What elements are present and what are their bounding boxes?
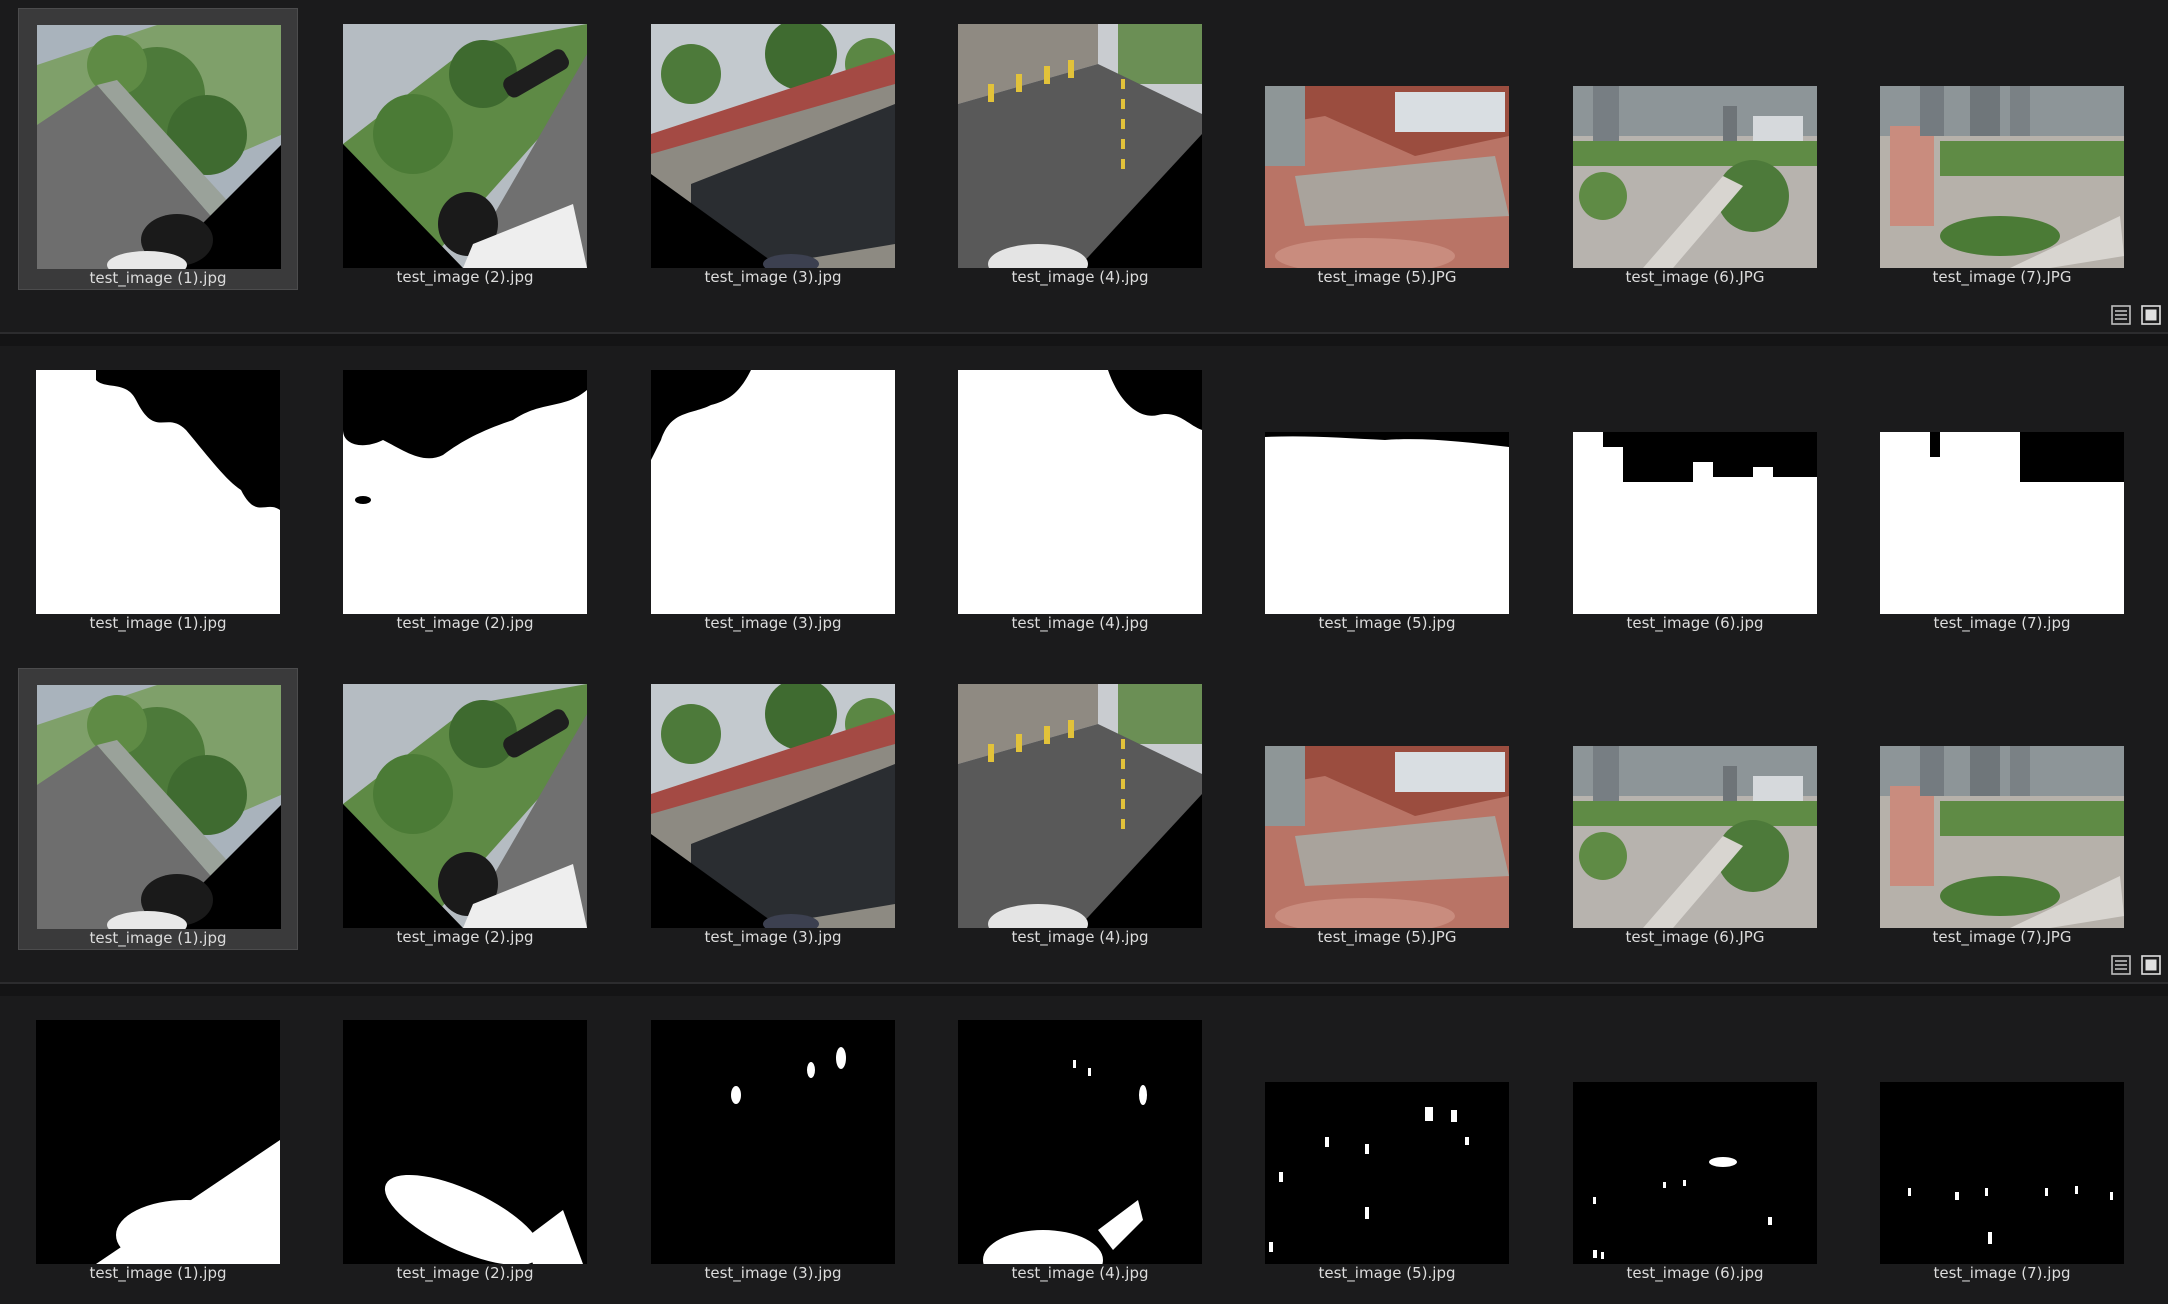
mask-thumbnail[interactable]	[1880, 1082, 2124, 1264]
mask-thumbnail[interactable]	[343, 1020, 587, 1264]
thumbnail-caption: test_image (2).jpg	[396, 1264, 534, 1282]
thumbnail-caption: test_image (4).jpg	[1011, 1264, 1149, 1282]
thumbnail-tile[interactable]: test_image (1).jpg	[18, 354, 298, 636]
mask-thumbnail[interactable]	[651, 370, 895, 614]
photo-thumbnail[interactable]	[958, 684, 1202, 928]
thumbnail-tile[interactable]: test_image (5).jpg	[1247, 1004, 1527, 1286]
thumbnail-view-button[interactable]	[2140, 954, 2162, 976]
photo-thumbnail[interactable]	[1265, 86, 1509, 268]
thumbnail-tile[interactable]: test_image (6).jpg	[1555, 1004, 1835, 1286]
panel-gap	[0, 334, 2168, 346]
thumbnail-tile[interactable]: test_image (2).jpg	[325, 1004, 605, 1286]
thumbnail-tile[interactable]: test_image (7).jpg	[1862, 1004, 2142, 1286]
photo-thumbnail[interactable]	[37, 25, 281, 269]
thumbnail-tile[interactable]: test_image (3).jpg	[633, 8, 913, 290]
thumbnail-caption: test_image (7).jpg	[1933, 1264, 2071, 1282]
list-view-button[interactable]	[2110, 304, 2132, 326]
mask-thumbnail[interactable]	[1265, 432, 1509, 614]
thumbnail-tile[interactable]: test_image (4).jpg	[940, 8, 1220, 290]
mask-thumbnail[interactable]	[958, 1020, 1202, 1264]
thumbnail-tile[interactable]: test_image (7).JPG	[1862, 8, 2142, 290]
photo-thumbnail[interactable]	[37, 685, 281, 929]
mask-thumbnail[interactable]	[1880, 432, 2124, 614]
thumbnail-caption: test_image (6).jpg	[1626, 1264, 1764, 1282]
mask-thumbnail[interactable]	[1573, 1082, 1817, 1264]
thumbnail-tile[interactable]: test_image (2).jpg	[325, 8, 605, 290]
thumbnail-panel-1: test_image (1).jpg test_image (2).jpg te…	[0, 0, 2168, 330]
thumbnail-caption: test_image (7).JPG	[1932, 928, 2072, 946]
list-view-icon	[2111, 305, 2131, 325]
thumbnail-tile[interactable]: test_image (4).jpg	[940, 1004, 1220, 1286]
photo-thumbnail[interactable]	[651, 24, 895, 268]
thumbnail-caption: test_image (2).jpg	[396, 268, 534, 286]
thumbnail-caption: test_image (5).jpg	[1318, 1264, 1456, 1282]
thumbnail-tile[interactable]: test_image (7).JPG	[1862, 668, 2142, 950]
thumbnail-caption: test_image (3).jpg	[704, 928, 842, 946]
panel-gap	[0, 984, 2168, 996]
thumbnail-caption: test_image (4).jpg	[1011, 268, 1149, 286]
thumbnail-panel-3: test_image (1).jpg test_image (2).jpg te…	[0, 996, 2168, 1304]
thumbnail-caption: test_image (2).jpg	[396, 928, 534, 946]
thumbnail-tile[interactable]: test_image (3).jpg	[633, 1004, 913, 1286]
photo-thumbnail[interactable]	[1573, 746, 1817, 928]
thumbnail-caption: test_image (6).jpg	[1626, 614, 1764, 632]
thumbnail-caption: test_image (3).jpg	[704, 1264, 842, 1282]
thumbnail-tile[interactable]: test_image (1).jpg	[18, 8, 298, 290]
thumbnail-tile[interactable]: test_image (5).JPG	[1247, 668, 1527, 950]
mask-thumbnail[interactable]	[343, 370, 587, 614]
view-toggle-group	[2110, 954, 2162, 976]
thumbnail-caption: test_image (1).jpg	[89, 269, 227, 287]
photo-thumbnail[interactable]	[1880, 746, 2124, 928]
thumbnail-tile[interactable]: test_image (7).jpg	[1862, 354, 2142, 636]
thumbnail-tile[interactable]: test_image (4).jpg	[940, 668, 1220, 950]
thumbnail-caption: test_image (3).jpg	[704, 614, 842, 632]
mask-thumbnail[interactable]	[36, 370, 280, 614]
thumbnail-view-button[interactable]	[2140, 304, 2162, 326]
list-view-icon	[2111, 955, 2131, 975]
photo-thumbnail[interactable]	[343, 684, 587, 928]
thumbnail-caption: test_image (6).JPG	[1625, 268, 1765, 286]
list-view-button[interactable]	[2110, 954, 2132, 976]
mask-thumbnail[interactable]	[1265, 1082, 1509, 1264]
thumbnail-caption: test_image (6).JPG	[1625, 928, 1765, 946]
mask-thumbnail[interactable]	[651, 1020, 895, 1264]
thumbnail-tile[interactable]: test_image (3).jpg	[633, 668, 913, 950]
mask-thumbnail[interactable]	[36, 1020, 280, 1264]
view-toggle-group	[2110, 304, 2162, 326]
thumbnail-tile[interactable]: test_image (6).JPG	[1555, 8, 1835, 290]
mask-thumbnail[interactable]	[958, 370, 1202, 614]
thumbnail-panel-2: test_image (1).jpg test_image (2).jpg te…	[0, 346, 2168, 982]
thumbnail-caption: test_image (1).jpg	[89, 929, 227, 947]
thumbnail-tile[interactable]: test_image (6).JPG	[1555, 668, 1835, 950]
photo-thumbnail[interactable]	[1265, 746, 1509, 928]
thumbnail-caption: test_image (7).jpg	[1933, 614, 2071, 632]
photo-thumbnail[interactable]	[651, 684, 895, 928]
photo-thumbnail[interactable]	[1573, 86, 1817, 268]
thumbnail-caption: test_image (1).jpg	[89, 614, 227, 632]
thumbnail-caption: test_image (7).JPG	[1932, 268, 2072, 286]
thumbnail-tile[interactable]: test_image (2).jpg	[325, 668, 605, 950]
thumbnail-caption: test_image (5).jpg	[1318, 614, 1456, 632]
thumbnail-caption: test_image (1).jpg	[89, 1264, 227, 1282]
thumbnail-tile[interactable]: test_image (6).jpg	[1555, 354, 1835, 636]
thumbnail-tile[interactable]: test_image (5).JPG	[1247, 8, 1527, 290]
thumbnail-caption: test_image (3).jpg	[704, 268, 842, 286]
thumbnail-tile[interactable]: test_image (1).jpg	[18, 668, 298, 950]
thumbnail-tile[interactable]: test_image (3).jpg	[633, 354, 913, 636]
thumbnail-view-icon	[2141, 305, 2161, 325]
thumbnail-caption: test_image (5).JPG	[1317, 928, 1457, 946]
photo-thumbnail[interactable]	[343, 24, 587, 268]
thumbnail-tile[interactable]: test_image (1).jpg	[18, 1004, 298, 1286]
thumbnail-tile[interactable]: test_image (5).jpg	[1247, 354, 1527, 636]
thumbnail-tile[interactable]: test_image (2).jpg	[325, 354, 605, 636]
thumbnail-caption: test_image (5).JPG	[1317, 268, 1457, 286]
thumbnail-caption: test_image (4).jpg	[1011, 928, 1149, 946]
mask-thumbnail[interactable]	[1573, 432, 1817, 614]
thumbnail-tile[interactable]: test_image (4).jpg	[940, 354, 1220, 636]
photo-thumbnail[interactable]	[1880, 86, 2124, 268]
thumbnail-caption: test_image (4).jpg	[1011, 614, 1149, 632]
photo-thumbnail[interactable]	[958, 24, 1202, 268]
thumbnail-caption: test_image (2).jpg	[396, 614, 534, 632]
thumbnail-view-icon	[2141, 955, 2161, 975]
